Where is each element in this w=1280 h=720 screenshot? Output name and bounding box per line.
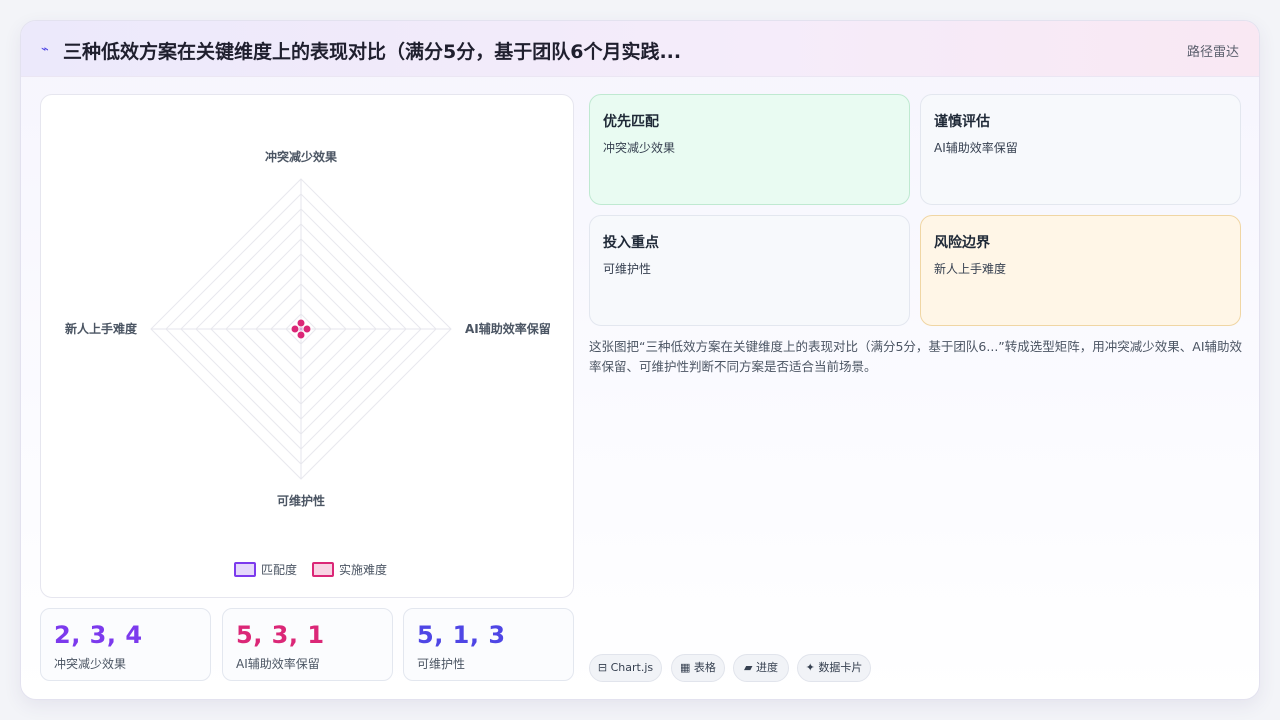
chip-table[interactable]: ▦ 表格 [671,654,725,682]
page-title: 三种低效方案在关键维度上的表现对比（满分5分，基于团队6个月实践... [63,41,682,63]
radar-chart-panel: 冲突减少效果 AI辅助效率保留可维护性 新人上手难度匹配度 实施难度 [40,94,574,598]
stat-value: 2, 3, 4 [54,621,143,649]
header-bar: ⌁ 三种低效方案在关键维度上的表现对比（满分5分，基于团队6个月实践... 路径… [21,21,1259,77]
stat-label: AI辅助效率保留 [236,657,320,671]
stat-card-1: 2, 3, 4 冲突减少效果 [40,608,211,681]
radar-axis-label: 冲突减少效果 [265,149,337,164]
radar-axis-label: 新人上手难度 [65,321,138,336]
stat-label: 可维护性 [417,657,466,671]
chip-data-cards[interactable]: ✦ 数据卡片 [797,654,871,682]
trend-icon: ⌁ [41,42,49,57]
tile-careful-eval: 谨慎评估 AI辅助效率保留 [920,94,1241,205]
chip-progress[interactable]: ▰ 进度 [733,654,789,682]
stat-card-3: 5, 1, 3 可维护性 [403,608,574,681]
stat-label: 冲突减少效果 [54,657,127,671]
radar-data-point [296,318,306,328]
chart-description: 这张图把“三种低效方案在关键维度上的表现对比（满分5分，基于团队6...”转成选… [589,339,1243,374]
tile-title: 谨慎评估 [934,114,990,130]
legend-label: 匹配度 [261,562,297,577]
tile-title: 优先匹配 [603,114,659,130]
tile-text: AI辅助效率保留 [934,141,1018,155]
radar-data-point [296,330,306,340]
stat-value: 5, 1, 3 [417,621,506,649]
legend-swatch [234,562,256,577]
stat-value: 5, 3, 1 [236,621,325,649]
radar-data-point [302,324,312,334]
tile-focus: 投入重点 可维护性 [589,215,910,326]
tile-text: 冲突减少效果 [603,141,676,155]
stat-card-2: 5, 3, 1 AI辅助效率保留 [222,608,393,681]
tile-risk-boundary: 风险边界 新人上手难度 [920,215,1241,326]
radar-data-point [290,324,300,334]
legend-swatch [312,562,334,577]
legend-label: 实施难度 [339,562,387,577]
radar-axis-label: AI辅助效率保留 [465,321,551,336]
tile-title: 投入重点 [603,235,659,251]
view-label[interactable]: 路径雷达 [1187,41,1239,60]
tile-text: 新人上手难度 [934,262,1007,276]
main-card: ⌁ 三种低效方案在关键维度上的表现对比（满分5分，基于团队6个月实践... 路径… [20,20,1260,700]
tile-text: 可维护性 [603,262,652,276]
radar-axis-label: 可维护性 [277,493,325,508]
chip-chartjs[interactable]: ⊟ Chart.js [589,654,662,682]
tile-priority-match: 优先匹配 冲突减少效果 [589,94,910,205]
radar-chart: 冲突减少效果 AI辅助效率保留可维护性 新人上手难度匹配度 实施难度 [65,149,551,577]
tile-title: 风险边界 [934,235,990,251]
